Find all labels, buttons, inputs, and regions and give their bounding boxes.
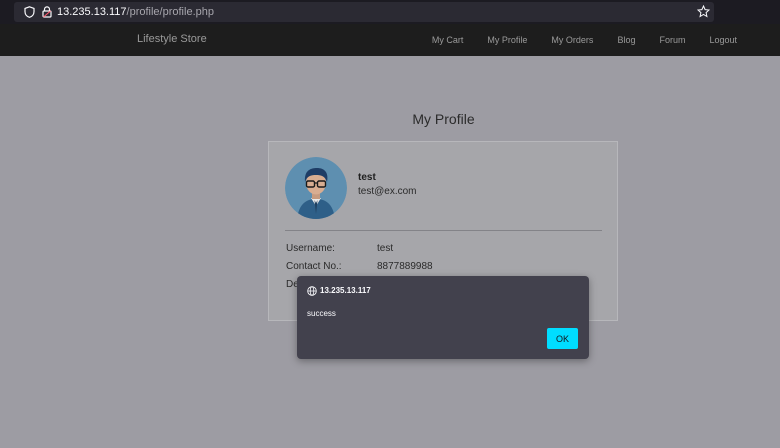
profile-name: test xyxy=(358,172,376,183)
lock-icon[interactable] xyxy=(42,6,52,18)
avatar xyxy=(285,157,347,219)
site-navbar: Lifestyle Store My Cart My Profile My Or… xyxy=(0,24,780,56)
nav-logout[interactable]: Logout xyxy=(709,35,737,45)
shield-icon[interactable] xyxy=(24,6,35,18)
star-icon[interactable] xyxy=(697,5,710,18)
page-title: My Profile xyxy=(412,111,475,127)
detail-row-username: Username: test xyxy=(286,243,393,254)
ok-button[interactable]: OK xyxy=(547,328,578,349)
brand-link[interactable]: Lifestyle Store xyxy=(137,33,207,45)
username-label: Username: xyxy=(286,243,335,254)
globe-icon xyxy=(307,286,317,296)
contact-value: 8877889988 xyxy=(377,261,433,272)
url-path: /profile/profile.php xyxy=(126,6,214,18)
url-text[interactable]: 13.235.13.117/profile/profile.php xyxy=(57,5,214,19)
contact-label: Contact No.: xyxy=(286,261,342,272)
browser-toolbar: 13.235.13.117/profile/profile.php xyxy=(0,0,780,24)
dialog-message: success xyxy=(307,309,336,318)
nav-my-orders[interactable]: My Orders xyxy=(551,35,593,45)
url-host: 13.235.13.117 xyxy=(57,6,127,18)
profile-email: test@ex.com xyxy=(358,186,417,197)
nav-my-profile[interactable]: My Profile xyxy=(487,35,527,45)
username-value: test xyxy=(377,243,394,254)
address-bar[interactable]: 13.235.13.117/profile/profile.php xyxy=(14,2,714,22)
profile-divider xyxy=(285,230,602,231)
nav-forum[interactable]: Forum xyxy=(659,35,685,45)
detail-row-contact: Contact No.: 8877889988 xyxy=(286,261,433,272)
alert-dialog: 13.235.13.117 success OK xyxy=(297,276,589,359)
nav-links: My Cart My Profile My Orders Blog Forum … xyxy=(432,24,737,56)
nav-blog[interactable]: Blog xyxy=(617,35,635,45)
dialog-origin: 13.235.13.117 xyxy=(320,286,371,295)
nav-my-cart[interactable]: My Cart xyxy=(432,35,464,45)
avatar-image xyxy=(285,157,347,219)
